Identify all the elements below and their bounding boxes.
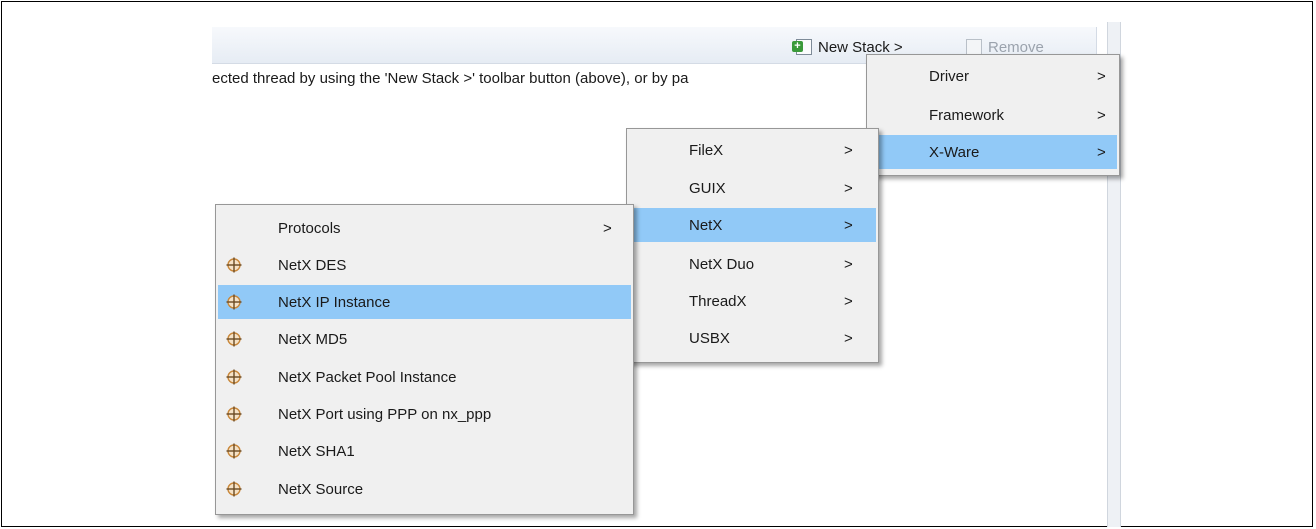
menu-item-netx-duo[interactable]: NetX Duo > <box>629 247 876 281</box>
menu-item-label: NetX <box>689 216 723 234</box>
menu-item-framework[interactable]: Framework > <box>869 98 1117 132</box>
submenu-arrow-icon: > <box>844 329 853 347</box>
netx-submenu: Protocols > NetX DES NetX IP Instance Ne… <box>215 204 634 515</box>
menu-item-protocols[interactable]: Protocols > <box>218 211 631 245</box>
menu-item-netx-packet-pool-instance[interactable]: NetX Packet Pool Instance <box>218 360 631 394</box>
menu-item-label: GUIX <box>689 179 726 197</box>
new-stack-menu: Driver > Framework > X-Ware > <box>866 54 1120 176</box>
submenu-arrow-icon: > <box>1097 106 1106 124</box>
menu-item-threadx[interactable]: ThreadX > <box>629 284 876 318</box>
submenu-arrow-icon: > <box>844 255 853 273</box>
module-crosshair-icon <box>226 443 242 459</box>
menu-item-netx-ip-instance[interactable]: NetX IP Instance <box>218 285 631 319</box>
module-crosshair-icon <box>226 331 242 347</box>
menu-item-label: FileX <box>689 141 724 159</box>
remove-label: Remove <box>988 38 1044 56</box>
menu-item-label: Driver <box>929 67 969 85</box>
module-crosshair-icon <box>226 481 242 497</box>
menu-item-netx-des[interactable]: NetX DES <box>218 248 631 282</box>
menu-item-netx[interactable]: NetX > <box>629 208 876 242</box>
menu-item-netx-md5[interactable]: NetX MD5 <box>218 322 631 356</box>
menu-item-label: X-Ware <box>929 143 980 161</box>
menu-item-netx-port-ppp[interactable]: NetX Port using PPP on nx_ppp <box>218 397 631 431</box>
instruction-text: ected thread by using the 'New Stack >' … <box>212 70 689 87</box>
menu-item-label: ThreadX <box>689 292 747 310</box>
module-crosshair-icon <box>226 294 242 310</box>
submenu-arrow-icon: > <box>1097 67 1106 85</box>
submenu-arrow-icon: > <box>844 141 853 159</box>
submenu-arrow-icon: > <box>603 219 612 237</box>
menu-item-label: NetX Port using PPP on nx_ppp <box>278 405 492 423</box>
menu-item-label: NetX MD5 <box>278 330 348 348</box>
new-stack-icon <box>792 39 812 55</box>
menu-item-label: Protocols <box>278 219 341 237</box>
menu-item-x-ware[interactable]: X-Ware > <box>869 135 1117 169</box>
submenu-arrow-icon: > <box>1097 143 1106 161</box>
remove-icon <box>966 39 982 55</box>
module-crosshair-icon <box>226 406 242 422</box>
menu-item-driver[interactable]: Driver > <box>869 59 1117 93</box>
submenu-arrow-icon: > <box>844 179 853 197</box>
menu-item-label: NetX SHA1 <box>278 442 355 460</box>
x-ware-submenu: FileX > GUIX > NetX > NetX Duo > ThreadX… <box>626 128 879 363</box>
menu-item-netx-sha1[interactable]: NetX SHA1 <box>218 434 631 468</box>
menu-item-label: NetX DES <box>278 256 347 274</box>
menu-item-label: NetX Duo <box>689 255 755 273</box>
menu-item-label: NetX Packet Pool Instance <box>278 368 457 386</box>
module-crosshair-icon <box>226 369 242 385</box>
submenu-arrow-icon: > <box>844 216 853 234</box>
menu-item-label: USBX <box>689 329 730 347</box>
menu-item-guix[interactable]: GUIX > <box>629 171 876 205</box>
menu-item-usbx[interactable]: USBX > <box>629 321 876 355</box>
submenu-arrow-icon: > <box>844 292 853 310</box>
menu-item-netx-source[interactable]: NetX Source <box>218 472 631 506</box>
new-stack-label: New Stack > <box>818 38 903 56</box>
module-crosshair-icon <box>226 257 242 273</box>
menu-item-filex[interactable]: FileX > <box>629 133 876 167</box>
menu-item-label: Framework <box>929 106 1005 124</box>
menu-item-label: NetX IP Instance <box>278 293 391 311</box>
menu-item-label: NetX Source <box>278 480 364 498</box>
